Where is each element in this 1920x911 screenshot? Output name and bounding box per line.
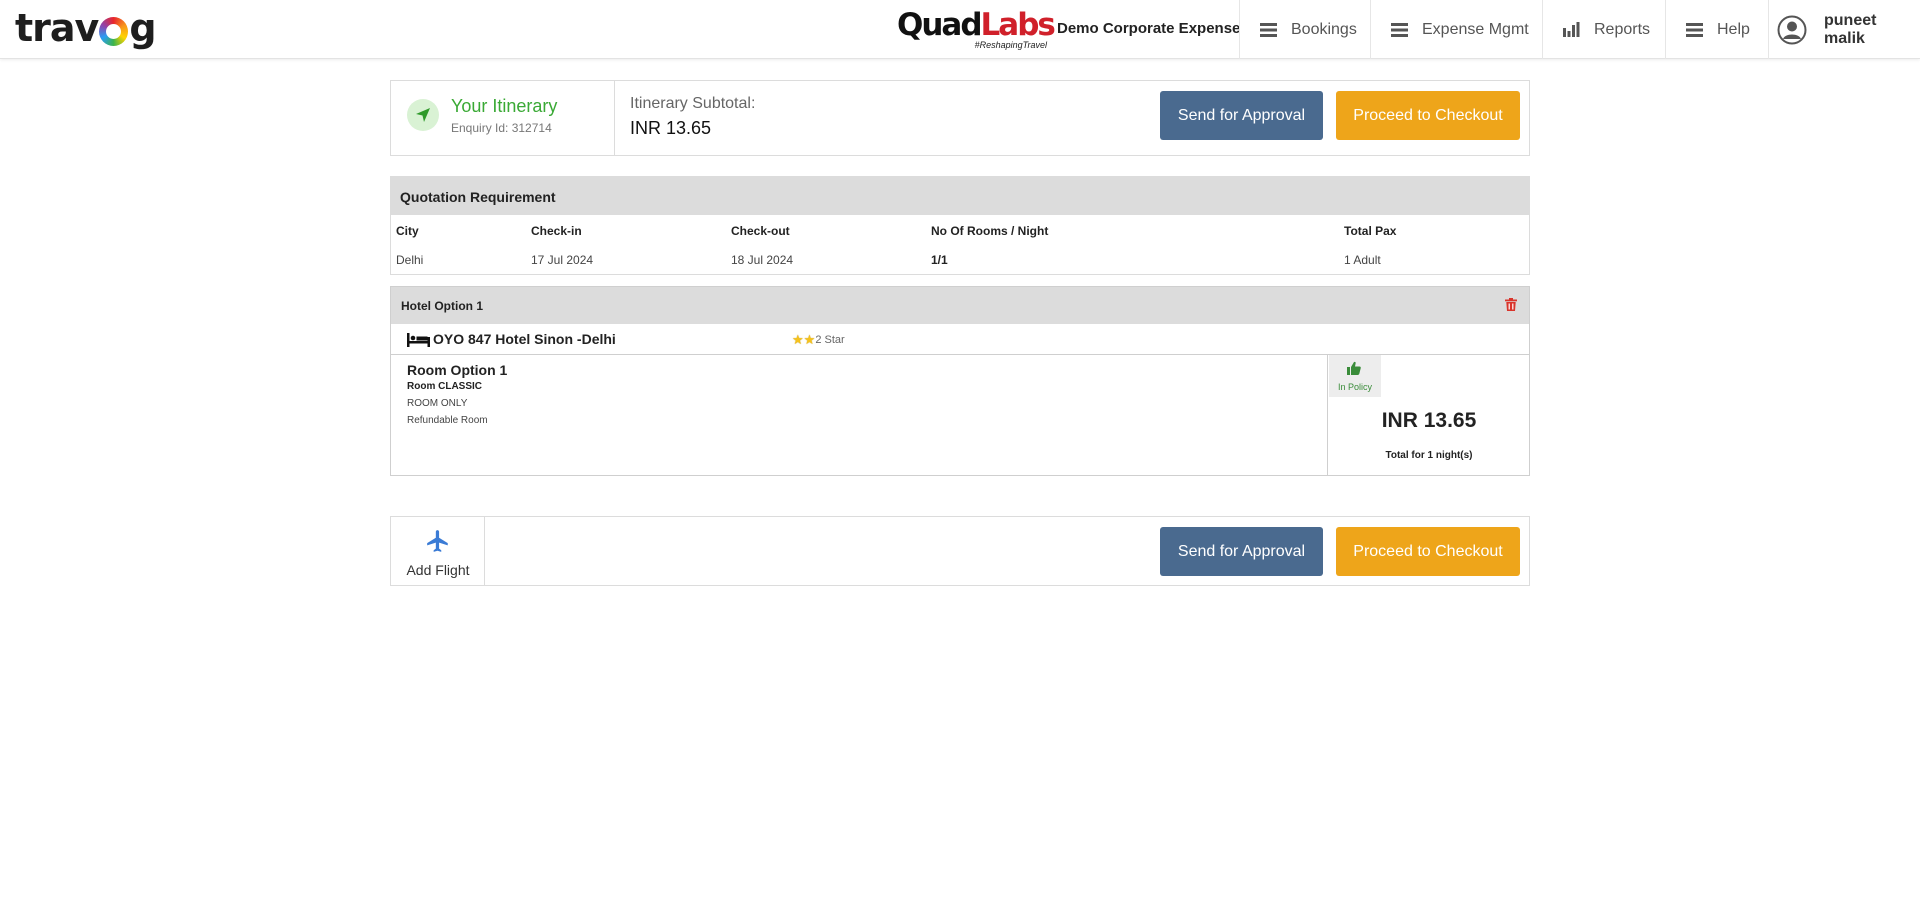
cell-city: Delhi [396,253,424,267]
menu-icon [1260,22,1277,37]
brand-tagline: #ReshapingTravel [974,40,1047,50]
hotel-star-rating: ★ ★ 2 Star [792,332,845,348]
star-label: 2 Star [815,334,845,346]
cell-rooms: 1/1 [931,253,948,267]
thumbs-up-icon [1347,361,1361,380]
enquiry-id: Enquiry Id: 312714 [451,121,552,135]
room-refund-status: Refundable Room [407,415,488,426]
col-header-city: City [396,224,419,238]
itinerary-actions-bar: Add Flight Send for Approval Proceed to … [390,516,1530,586]
menu-icon [1391,22,1408,37]
add-flight-button[interactable]: Add Flight [391,517,485,585]
subtotal-label: Itinerary Subtotal: [630,95,756,112]
proceed-to-checkout-button[interactable]: Proceed to Checkout [1336,91,1520,140]
top-navbar: trav g QuadLabs #ReshapingTravel Demo Co… [0,0,1920,59]
menu-icon [1686,22,1703,37]
bar-chart-icon [1563,22,1580,37]
logo-text-right: g [129,6,156,50]
quotation-requirement: Quotation Requirement City Check-in Chec… [390,176,1530,275]
send-for-approval-button-bottom[interactable]: Send for Approval [1160,527,1323,576]
cell-pax: 1 Adult [1344,253,1381,267]
nav-expense-mgmt[interactable]: Expense Mgmt [1370,0,1542,59]
itinerary-title: Your Itinerary [451,96,558,116]
col-header-pax: Total Pax [1344,224,1397,238]
quadlabs-logo: QuadLabs #ReshapingTravel [897,7,1056,52]
star-icon: ★ [792,332,804,347]
nav-help-label: Help [1717,20,1750,38]
subtotal-value: INR 13.65 [630,118,712,138]
airplane-icon [425,528,451,559]
itinerary-summary: Your Itinerary Enquiry Id: 312714 Itiner… [390,80,1530,156]
hotel-option-header: Hotel Option 1 [391,287,1529,324]
logo-text-left: trav [15,6,99,50]
star-icon: ★ [803,332,816,347]
room-option: Room Option 1 Room CLASSIC ROOM ONLY Ref… [391,355,1328,475]
cell-checkout: 18 Jul 2024 [731,253,794,267]
in-policy-label: In Policy [1337,382,1372,392]
travog-logo[interactable]: trav g [15,6,157,50]
nav-expense-label: Expense Mgmt [1422,20,1529,38]
company-name: Demo Corporate Expense [1057,20,1241,37]
col-header-rooms: No Of Rooms / Night [931,224,1049,238]
bed-icon [407,333,430,352]
cell-checkin: 17 Jul 2024 [531,253,594,267]
hotel-price: INR 13.65 [1381,409,1477,432]
col-header-checkout: Check-out [731,224,790,238]
in-policy-badge: In Policy [1329,355,1381,397]
logo-ring-icon [99,16,129,46]
hotel-option-title: Hotel Option 1 [401,299,483,313]
room-meal-plan: ROOM ONLY [407,398,468,409]
nav-reports-label: Reports [1594,20,1651,38]
brand-quad: Quad [897,7,983,43]
room-option-title: Room Option 1 [407,362,508,378]
nav-bookings-label: Bookings [1291,20,1357,38]
hotel-name-row: OYO 847 Hotel Sinon -Delhi ★ ★ 2 Star [391,324,1529,355]
trash-icon[interactable] [1505,298,1517,314]
nav-help[interactable]: Help [1665,0,1768,59]
user-name: puneet malik [1824,11,1877,47]
hotel-name[interactable]: OYO 847 Hotel Sinon -Delhi [433,331,616,347]
send-for-approval-button[interactable]: Send for Approval [1160,91,1323,140]
user-avatar-icon [1777,15,1807,45]
navigation-arrow-icon [407,99,439,131]
user-menu[interactable]: puneet malik [1768,0,1920,59]
nav-reports[interactable]: Reports [1542,0,1665,59]
brand-labs: Labs [980,7,1056,43]
itinerary-info: Your Itinerary Enquiry Id: 312714 [391,81,615,155]
proceed-to-checkout-button-bottom[interactable]: Proceed to Checkout [1336,527,1520,576]
quotation-title: Quotation Requirement [391,177,1529,215]
nav-bookings[interactable]: Bookings [1239,0,1369,59]
add-flight-label: Add Flight [406,562,470,578]
hotel-option-card: Hotel Option 1 OYO 847 Hotel Sinon -Delh… [390,286,1530,476]
room-type: Room CLASSIC [407,381,482,392]
price-note: Total for 1 night(s) [1385,450,1473,461]
col-header-checkin: Check-in [531,224,582,238]
